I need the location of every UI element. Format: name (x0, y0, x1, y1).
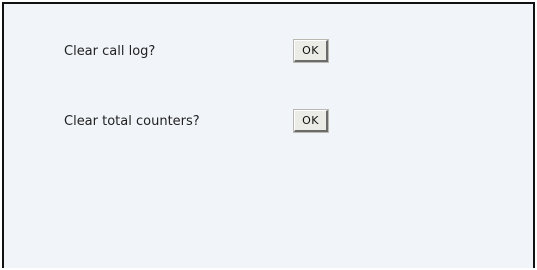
clear-call-log-label: Clear call log? (64, 43, 156, 59)
clear-total-counters-label: Clear total counters? (64, 113, 200, 129)
clear-call-log-ok-button[interactable]: OK (294, 40, 328, 62)
clear-total-counters-row: Clear total counters? OK (64, 109, 328, 133)
settings-panel: Clear call log? OK Clear total counters?… (2, 2, 535, 268)
clear-call-log-row: Clear call log? OK (64, 39, 328, 63)
clear-total-counters-ok-button[interactable]: OK (294, 110, 328, 132)
